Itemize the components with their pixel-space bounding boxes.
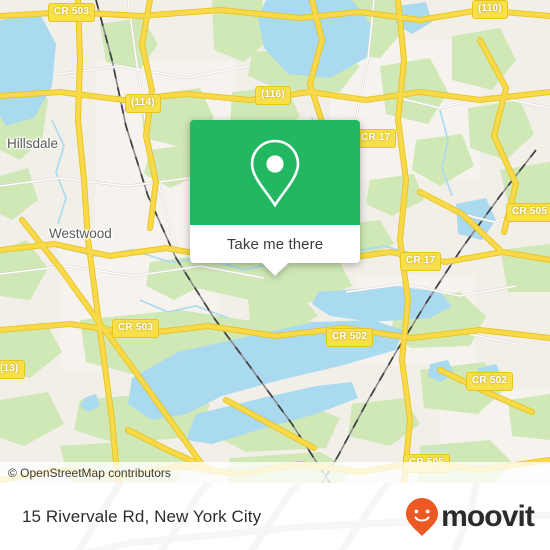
moovit-wordmark: moovit <box>441 499 535 533</box>
moovit-smiley-pin-icon <box>406 497 439 536</box>
popup-header <box>190 120 360 225</box>
popup-pointer <box>262 263 288 276</box>
map-attribution-bar: © OpenStreetMap contributors <box>0 462 550 483</box>
footer-content: 15 Rivervale Rd, New York City moovit <box>0 483 550 550</box>
road-shield-114[interactable]: (114) <box>125 94 161 113</box>
road-shield-cr17-mid[interactable]: CR 17 <box>400 252 442 271</box>
road-shield-cr502-center[interactable]: CR 502 <box>326 328 374 347</box>
map-screenshot: Hillsdale Westwood CR 503 (110) (114) (1… <box>0 0 550 550</box>
take-me-there-label: Take me there <box>226 235 324 253</box>
road-shield-cr503-north[interactable]: CR 503 <box>48 3 96 22</box>
address-label: 15 Rivervale Rd, New York City <box>22 506 262 526</box>
road-shield-110[interactable]: (110) <box>472 0 508 19</box>
road-shield-cr505-east[interactable]: CR 505 <box>506 203 550 222</box>
road-shield-116[interactable]: (116) <box>255 86 291 105</box>
map-pin-icon <box>250 139 300 207</box>
popup-action-bar[interactable]: Take me there <box>190 225 360 263</box>
moovit-logo[interactable]: moovit <box>405 497 535 537</box>
map-viewport[interactable]: Hillsdale Westwood CR 503 (110) (114) (1… <box>0 0 550 483</box>
place-label-hillsdale: Hillsdale <box>7 136 59 151</box>
road-shield-cr503-south[interactable]: CR 503 <box>112 319 160 338</box>
road-shield-cr502-east[interactable]: CR 502 <box>466 372 514 391</box>
osm-attribution-text[interactable]: © OpenStreetMap contributors <box>0 466 171 480</box>
road-shield-13[interactable]: (13) <box>0 360 25 379</box>
place-label-westwood: Westwood <box>49 226 112 241</box>
footer-bar: 15 Rivervale Rd, New York City moovit <box>0 483 550 550</box>
road-shield-cr17-north[interactable]: CR 17 <box>355 129 397 148</box>
take-me-there-popup[interactable]: Take me there <box>190 120 360 276</box>
